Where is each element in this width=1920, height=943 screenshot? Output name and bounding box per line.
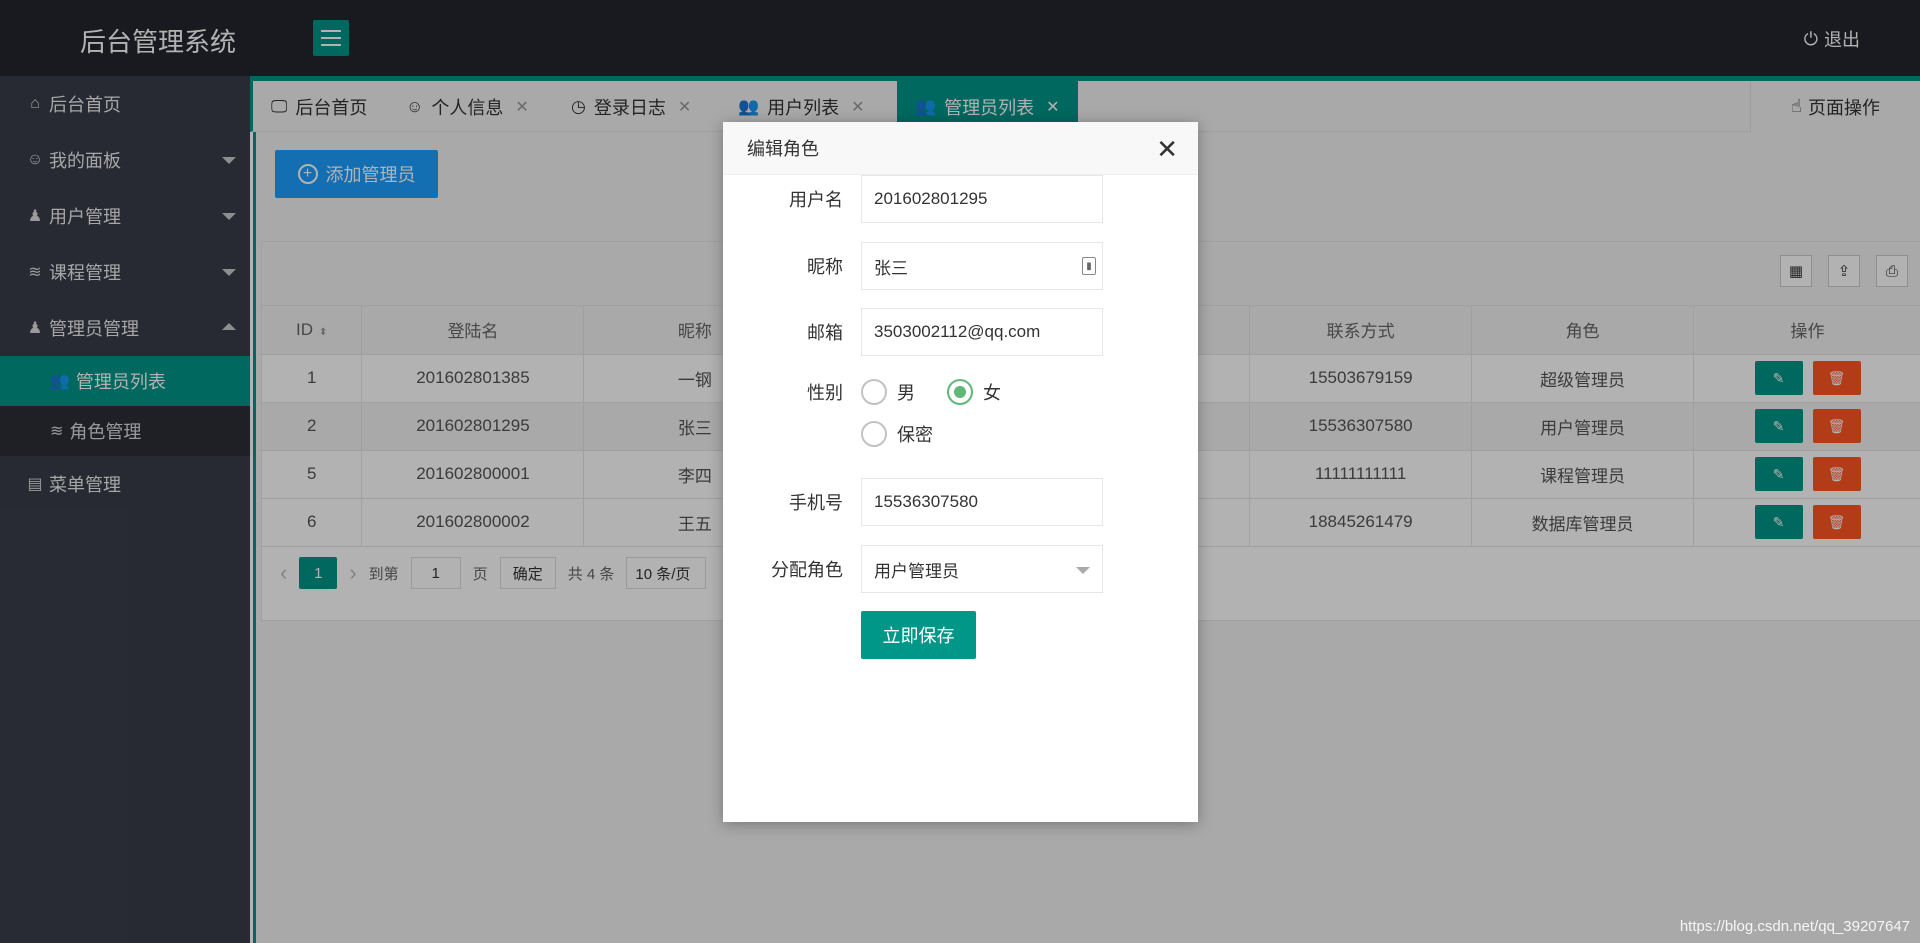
- save-button[interactable]: 立即保存: [861, 611, 976, 659]
- close-icon[interactable]: ✕: [1156, 136, 1178, 162]
- nickname-label: 昵称: [807, 257, 843, 277]
- username-field[interactable]: 201602801295: [861, 175, 1103, 223]
- radio-circle-checked: [947, 379, 973, 405]
- username-label: 用户名: [789, 190, 843, 210]
- chevron-down-icon: [1076, 567, 1090, 574]
- edit-role-dialog: 编辑角色 ✕ 用户名 201602801295 昵称 张三 ▮ 邮箱 35030…: [723, 122, 1198, 822]
- phone-field[interactable]: 15536307580: [861, 478, 1103, 526]
- email-row: 邮箱 3503002112@qq.com: [723, 308, 1198, 356]
- email-field[interactable]: 3503002112@qq.com: [861, 308, 1103, 356]
- contact-card-icon: ▮: [1082, 257, 1096, 275]
- gender-label: 性别: [807, 383, 843, 403]
- gender-radio-secret[interactable]: 保密: [861, 421, 933, 447]
- radio-circle: [861, 421, 887, 447]
- username-row: 用户名 201602801295: [723, 175, 1198, 223]
- nickname-row: 昵称 张三 ▮: [723, 242, 1198, 290]
- radio-label: 保密: [897, 425, 933, 445]
- radio-label: 男: [897, 383, 915, 403]
- dialog-header: 编辑角色 ✕: [723, 122, 1198, 175]
- role-select[interactable]: 用户管理员: [861, 545, 1103, 593]
- gender-radio-male[interactable]: 男: [861, 379, 915, 405]
- phone-row: 手机号 15536307580: [723, 478, 1198, 526]
- role-row: 分配角色 用户管理员: [723, 545, 1198, 593]
- gender-radio-female[interactable]: 女: [947, 379, 1001, 405]
- role-label: 分配角色: [771, 560, 843, 580]
- nickname-value: 张三: [874, 258, 908, 278]
- radio-circle: [861, 379, 887, 405]
- radio-label: 女: [983, 383, 1001, 403]
- role-select-value: 用户管理员: [874, 561, 959, 581]
- nickname-field[interactable]: 张三 ▮: [861, 242, 1103, 290]
- dialog-title: 编辑角色: [747, 139, 819, 159]
- watermark: https://blog.csdn.net/qq_39207647: [1679, 918, 1910, 935]
- email-label: 邮箱: [807, 323, 843, 343]
- phone-label: 手机号: [789, 493, 843, 513]
